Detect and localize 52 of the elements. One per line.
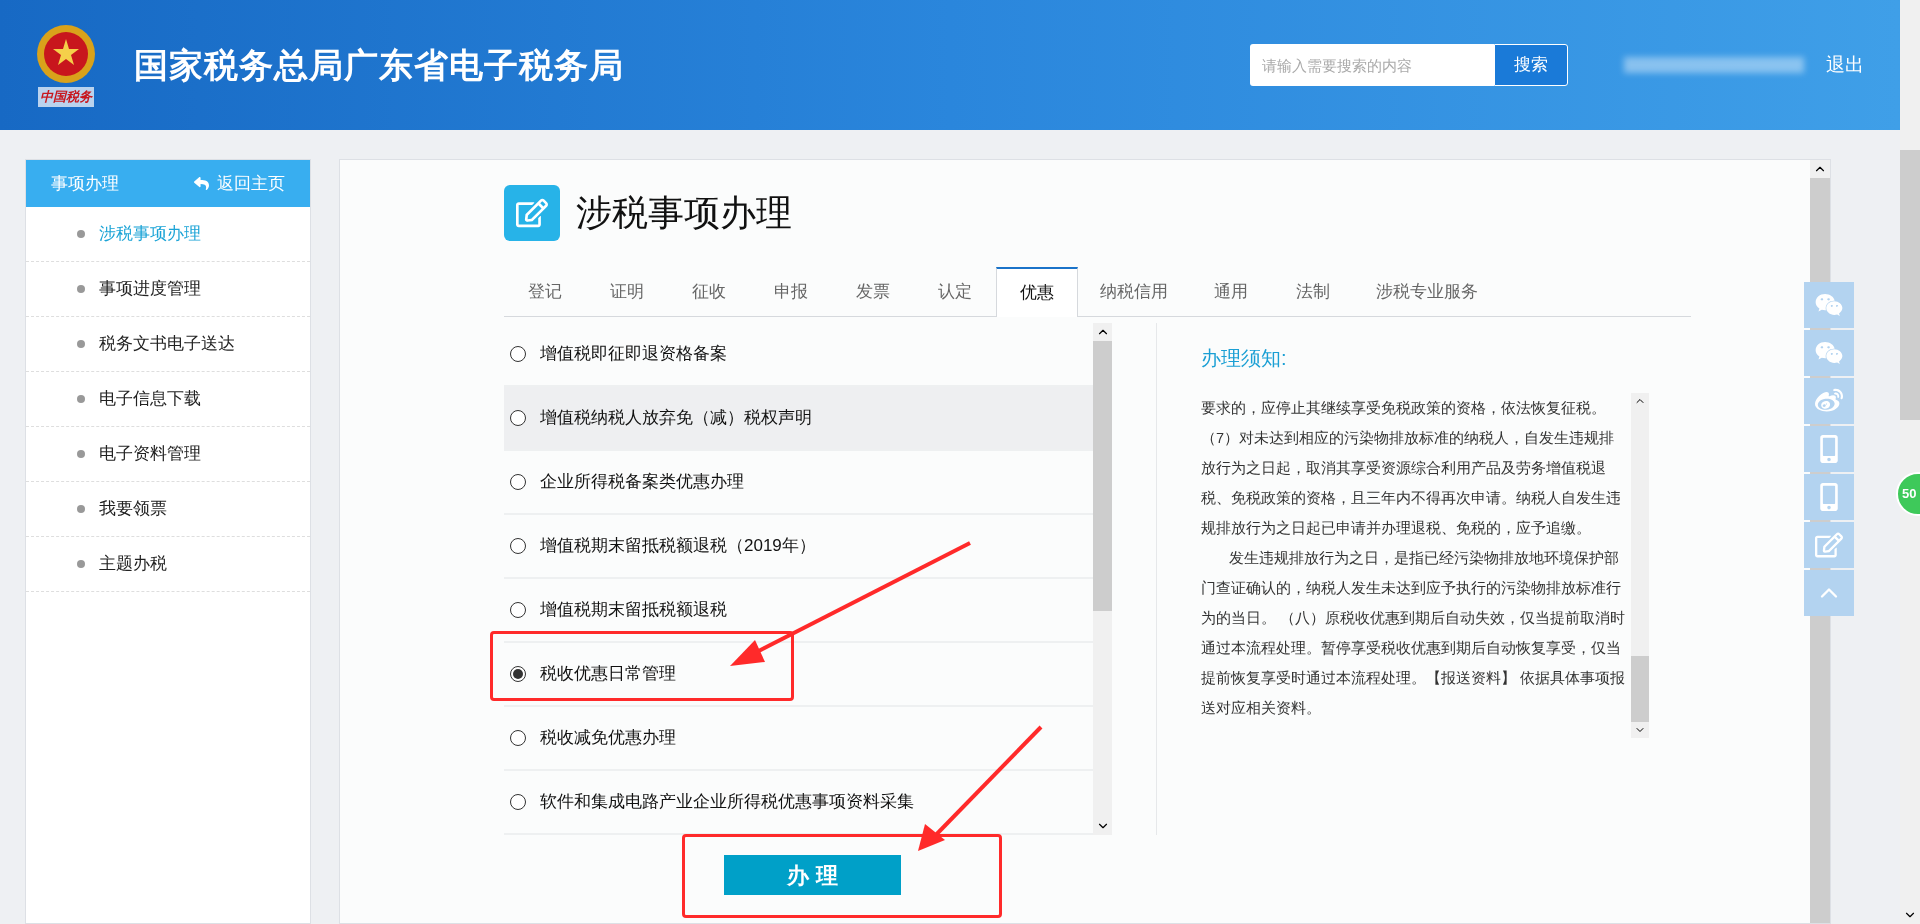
sidebar-item[interactable]: 电子资料管理 bbox=[26, 427, 310, 482]
scrollbar-thumb[interactable] bbox=[1900, 150, 1920, 420]
sidebar-item[interactable]: 主题办税 bbox=[26, 537, 310, 592]
bullet-icon bbox=[77, 340, 85, 348]
radio-button[interactable] bbox=[510, 666, 526, 682]
bullet-icon bbox=[77, 230, 85, 238]
site-title: 国家税务总局广东省电子税务局 bbox=[134, 44, 624, 86]
radio-button[interactable] bbox=[510, 410, 526, 426]
radio-button[interactable] bbox=[510, 794, 526, 810]
logo-caption: 中国税务 bbox=[38, 87, 94, 107]
category-tab[interactable]: 发票 bbox=[832, 267, 914, 317]
notice-paragraph: （7）对未达到相应的污染物排放标准的纳税人，自发生违规排放行为之日起，取消其享受资源综合利用产品及劳务增值税退税、免税政策的资格，且三年内不得再次申请。纳税人自发生违规排放行为之日起已申请并办理退税、免税的，应予追缴。 bbox=[1201, 429, 1622, 538]
category-tab[interactable]: 证明 bbox=[586, 267, 668, 317]
bullet-icon bbox=[77, 505, 85, 513]
edit-icon bbox=[504, 185, 560, 241]
submit-button[interactable]: 办 理 bbox=[724, 855, 901, 895]
radio-button[interactable] bbox=[510, 602, 526, 618]
scrollbar-thumb[interactable] bbox=[1093, 341, 1112, 611]
bullet-icon bbox=[77, 285, 85, 293]
sidebar-item[interactable]: 我要领票 bbox=[26, 482, 310, 537]
notice-paragraph: 发生违规排放行为之日，是指已经污染物排放地环境保护部门查证确认的，纳税人发生未达到应予执行的污染物排放标准行为的当日。 （八）原税收优惠到期后自动失效，仅当提前取消时通过本流程处理。暂停享受税收优惠到期后自动恢复享受，仅当提前恢复享受时通过本流程处理。【报送资料】 依据具体事项报送对应相关资料。 bbox=[1201, 549, 1627, 718]
category-tab[interactable]: 认定 bbox=[914, 267, 996, 317]
category-tab[interactable]: 涉税专业服务 bbox=[1354, 267, 1500, 317]
category-tab[interactable]: 优惠 bbox=[996, 267, 1078, 317]
radio-button[interactable] bbox=[510, 474, 526, 490]
sidebar-title: 事项办理 bbox=[51, 172, 119, 195]
notice-title: 办理须知: bbox=[1201, 346, 1288, 371]
radio-button[interactable] bbox=[510, 538, 526, 554]
radio-button[interactable] bbox=[510, 730, 526, 746]
notice-paragraph: 要求的，应停止其继续享受免税政策的资格，依法恢复征税。 bbox=[1201, 399, 1607, 418]
reply-arrow-icon bbox=[194, 176, 209, 191]
sidebar-item[interactable]: 税务文书电子送达 bbox=[26, 317, 310, 372]
emblem-icon bbox=[35, 23, 97, 86]
notice-scrollbar[interactable] bbox=[1631, 393, 1649, 738]
sidebar-item[interactable]: 电子信息下载 bbox=[26, 372, 310, 427]
bullet-icon bbox=[77, 395, 85, 403]
search-button[interactable]: 搜索 bbox=[1494, 44, 1568, 86]
bullet-icon bbox=[77, 450, 85, 458]
scrollbar-thumb[interactable] bbox=[1631, 656, 1649, 722]
page-title: 涉税事项办理 bbox=[576, 191, 792, 235]
category-tab[interactable]: 登记 bbox=[504, 267, 586, 317]
search-field[interactable]: 请输入需要搜索的内容 bbox=[1250, 44, 1494, 86]
category-tab[interactable]: 法制 bbox=[1272, 267, 1354, 317]
category-tab[interactable]: 通用 bbox=[1190, 267, 1272, 317]
category-tab[interactable]: 纳税信用 bbox=[1078, 267, 1190, 317]
option-row[interactable]: 增值税纳税人放弃免（减）税权声明 bbox=[504, 387, 1093, 451]
sidebar-item[interactable]: 事项进度管理 bbox=[26, 262, 310, 317]
category-tab[interactable]: 征收 bbox=[668, 267, 750, 317]
radio-button[interactable] bbox=[510, 346, 526, 362]
category-tab[interactable]: 申报 bbox=[750, 267, 832, 317]
list-scrollbar[interactable] bbox=[1093, 323, 1112, 835]
bullet-icon bbox=[77, 560, 85, 568]
